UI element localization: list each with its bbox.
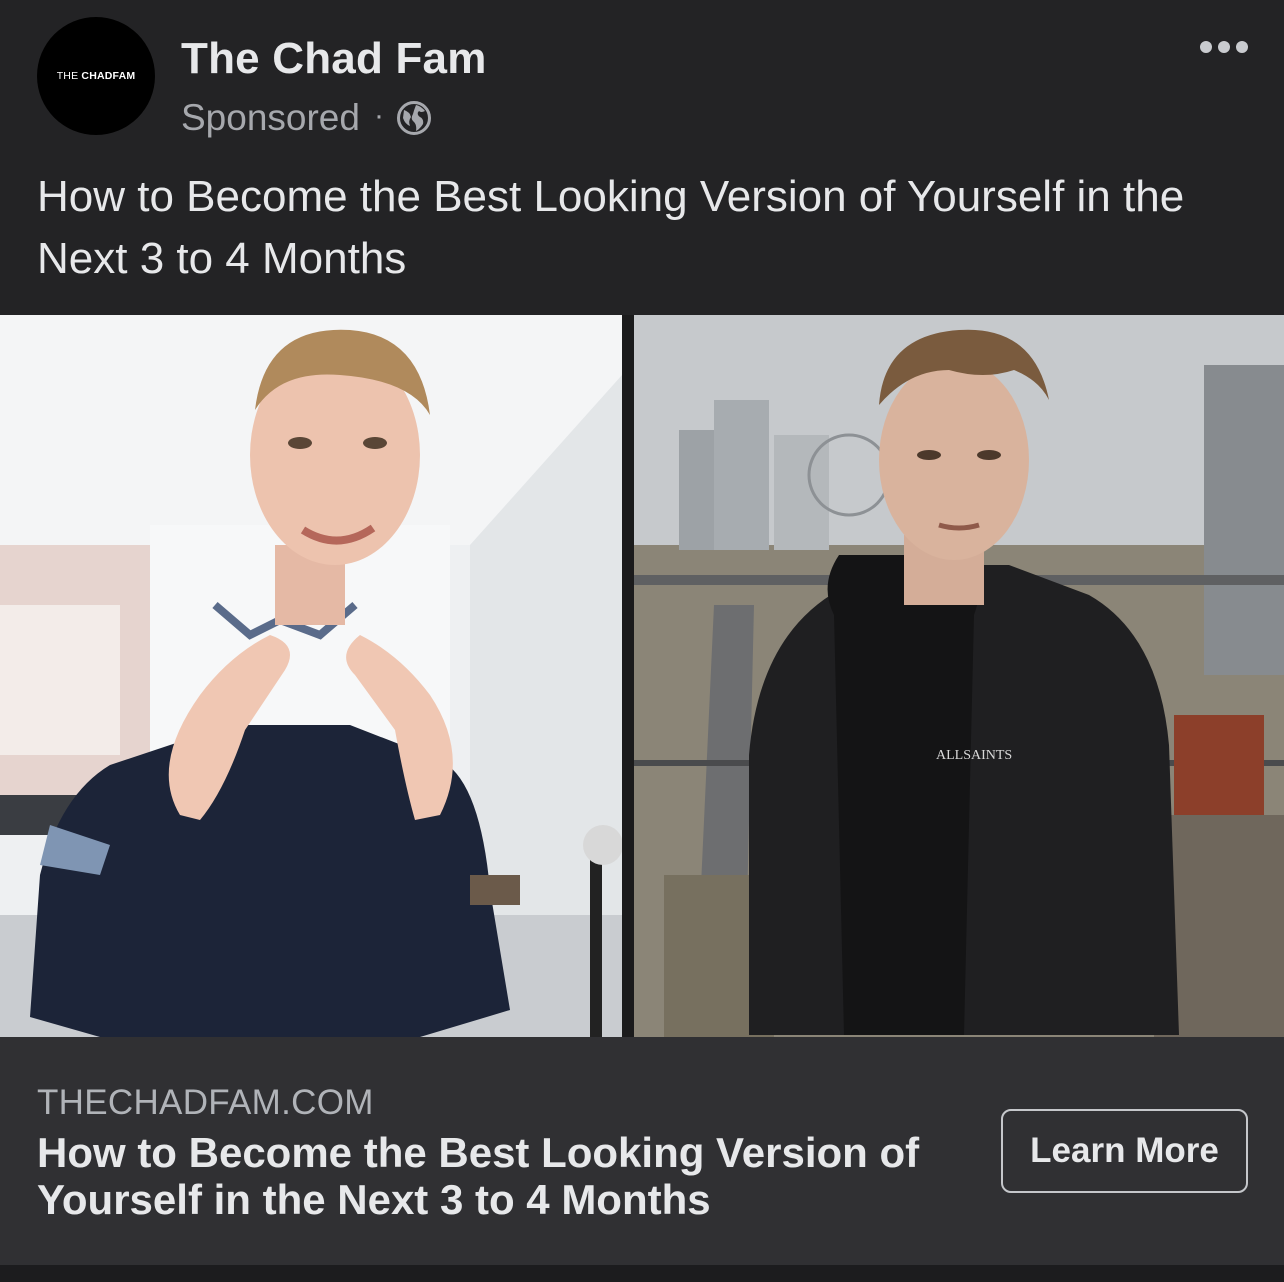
link-domain[interactable]: THECHADFAM.COM — [37, 1083, 374, 1123]
page-name[interactable]: The Chad Fam — [181, 34, 487, 84]
learn-more-button[interactable]: Learn More — [1001, 1109, 1248, 1193]
sponsored-label[interactable]: Sponsored — [181, 97, 360, 139]
avatar-logo-text: THE CHADFAM — [56, 70, 136, 82]
post-divider — [0, 1265, 1284, 1282]
page-avatar[interactable]: THE CHADFAM — [37, 17, 155, 135]
meta-separator: · — [373, 99, 384, 132]
shirt-print: ALLSAINTS — [936, 748, 1012, 763]
photo-left[interactable] — [0, 315, 622, 1037]
sponsored-post: THE CHADFAM The Chad Fam Sponsored · How… — [0, 0, 1284, 1282]
post-meta: Sponsored · — [181, 96, 432, 140]
globe-icon — [396, 100, 432, 136]
link-title[interactable]: How to Become the Best Looking Version o… — [37, 1129, 957, 1223]
post-media[interactable]: ALLSAINTS — [0, 315, 1284, 1037]
more-horizontal-icon[interactable] — [1194, 32, 1254, 62]
post-caption: How to Become the Best Looking Version o… — [37, 172, 1185, 283]
photo-right[interactable]: ALLSAINTS — [634, 315, 1284, 1037]
